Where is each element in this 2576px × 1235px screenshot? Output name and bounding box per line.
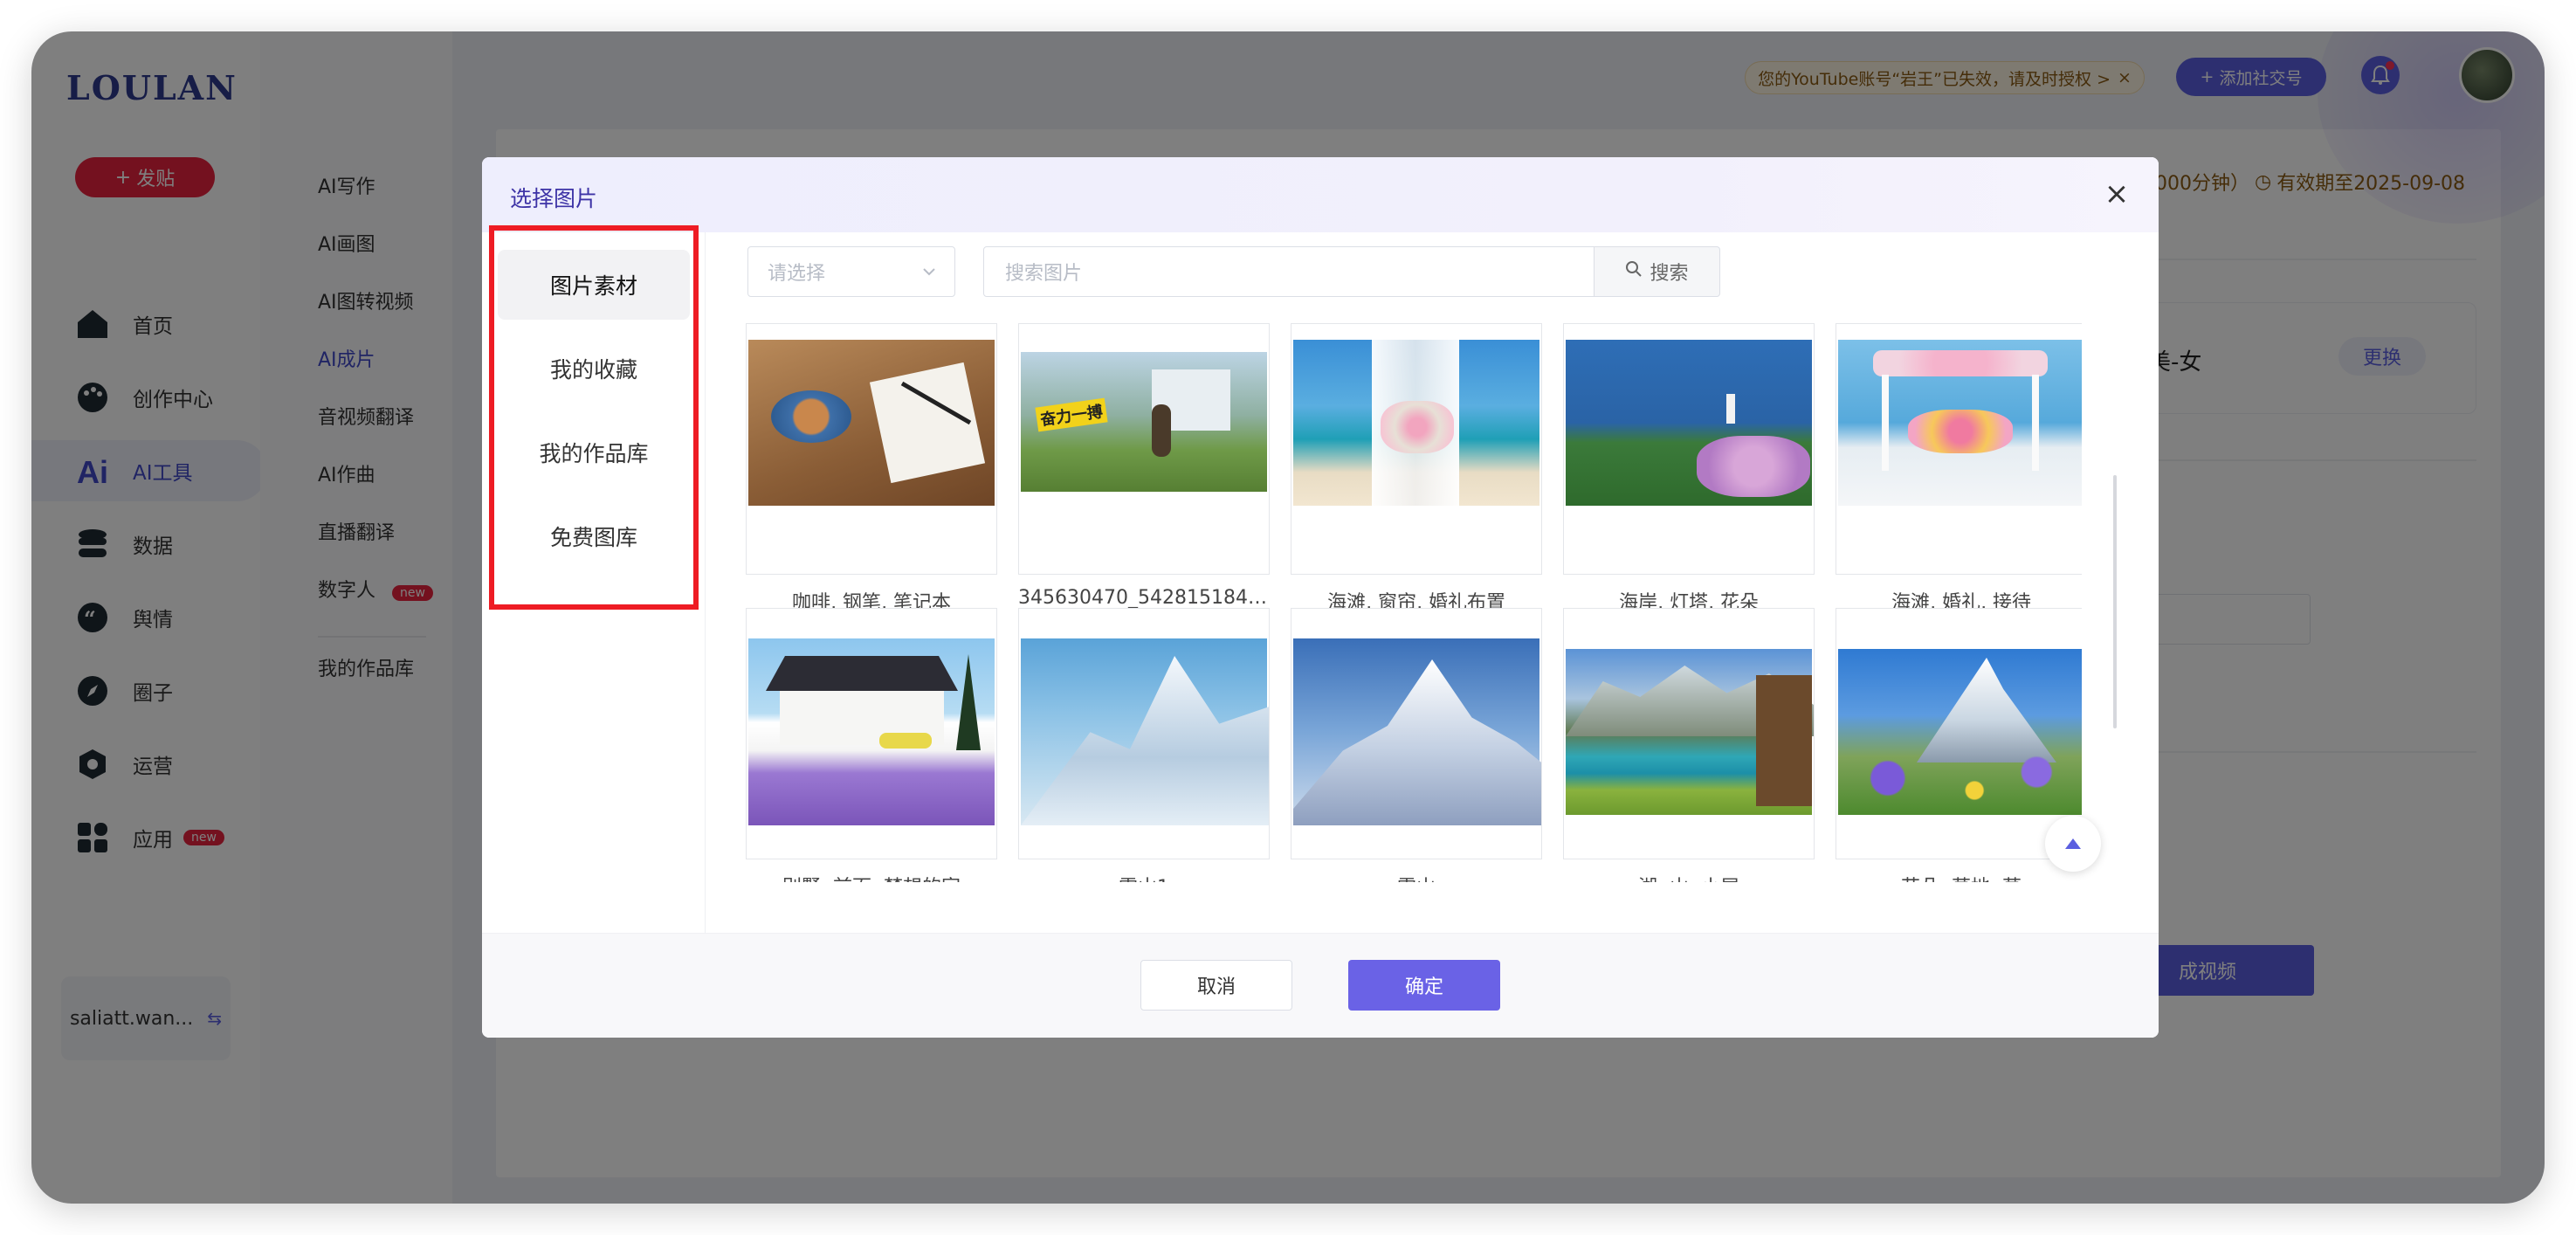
select-placeholder: 请选择 <box>768 263 826 285</box>
chevron-down-icon <box>921 263 937 285</box>
villa-front-image <box>748 638 995 825</box>
close-icon[interactable]: × <box>2103 179 2131 209</box>
lake-mountain-cabin-image <box>1566 649 1814 815</box>
search-button[interactable]: 搜索 <box>1595 246 1720 297</box>
cancel-button[interactable]: 取消 <box>1140 960 1292 1011</box>
image-thumbnail[interactable] <box>1836 608 2082 859</box>
image-caption: 别墅, 前面, 梦想的家 <box>746 872 997 882</box>
image-thumbnail[interactable] <box>1291 608 1542 859</box>
image-thumbnail[interactable] <box>1563 608 1815 859</box>
back-to-top-button[interactable] <box>2045 816 2101 872</box>
search-input[interactable]: 搜索图片 <box>983 246 1595 297</box>
snow-mountain-image <box>1293 638 1541 825</box>
snow-mountain-1-image <box>1021 638 1269 825</box>
confirm-button[interactable]: 确定 <box>1348 960 1500 1011</box>
dialog-footer: 取消 确定 <box>482 933 2159 1038</box>
beach-curtain-image <box>1293 340 1539 506</box>
search-label: 搜索 <box>1650 263 1689 285</box>
image-thumbnail[interactable] <box>746 608 997 859</box>
flowers-meadow-image <box>1838 649 2082 815</box>
image-caption: 雪山1 <box>1018 872 1270 882</box>
image-caption: 雪山 <box>1291 872 1542 882</box>
image-thumbnail[interactable] <box>1836 323 2082 575</box>
category-select[interactable]: 请选择 <box>747 246 955 297</box>
grid-scrollbar[interactable] <box>2113 475 2117 728</box>
image-thumbnail[interactable] <box>1018 608 1270 859</box>
triangle-up-icon <box>2065 838 2081 849</box>
video-frame-image: 奋力一搏 <box>1021 352 1267 492</box>
coffee-notebook-image <box>748 340 995 506</box>
image-caption: 花朵, 草地, 草 <box>1836 872 2082 882</box>
dialog-header: 选择图片 × <box>482 157 2159 232</box>
dialog-title: 选择图片 <box>510 186 598 211</box>
video-overlay-text: 奋力一搏 <box>1035 397 1108 432</box>
image-grid: 咖啡, 钢笔, 笔记本 奋力一搏 345630470_542815184725.… <box>746 323 2082 882</box>
image-caption: 345630470_542815184725... <box>1018 587 1270 609</box>
image-thumbnail[interactable]: 奋力一搏 <box>1018 323 1270 575</box>
image-thumbnail[interactable] <box>746 323 997 575</box>
image-thumbnail[interactable] <box>1291 323 1542 575</box>
image-thumbnail[interactable] <box>1563 323 1815 575</box>
app-window: LOULAN + 发贴 首页 创作中心 Ai AI工具 <box>31 31 2545 1204</box>
select-image-dialog: 选择图片 × 图片素材 我的收藏 我的作品库 免费图库 请选择 搜索图片 搜索 <box>482 157 2159 1038</box>
coast-lighthouse-image <box>1566 340 1812 506</box>
image-caption: 湖, 山, 小屋 <box>1563 872 1815 882</box>
search-icon <box>1625 260 1643 283</box>
highlight-annotation-box <box>489 225 699 610</box>
beach-wedding-image <box>1838 340 2082 506</box>
